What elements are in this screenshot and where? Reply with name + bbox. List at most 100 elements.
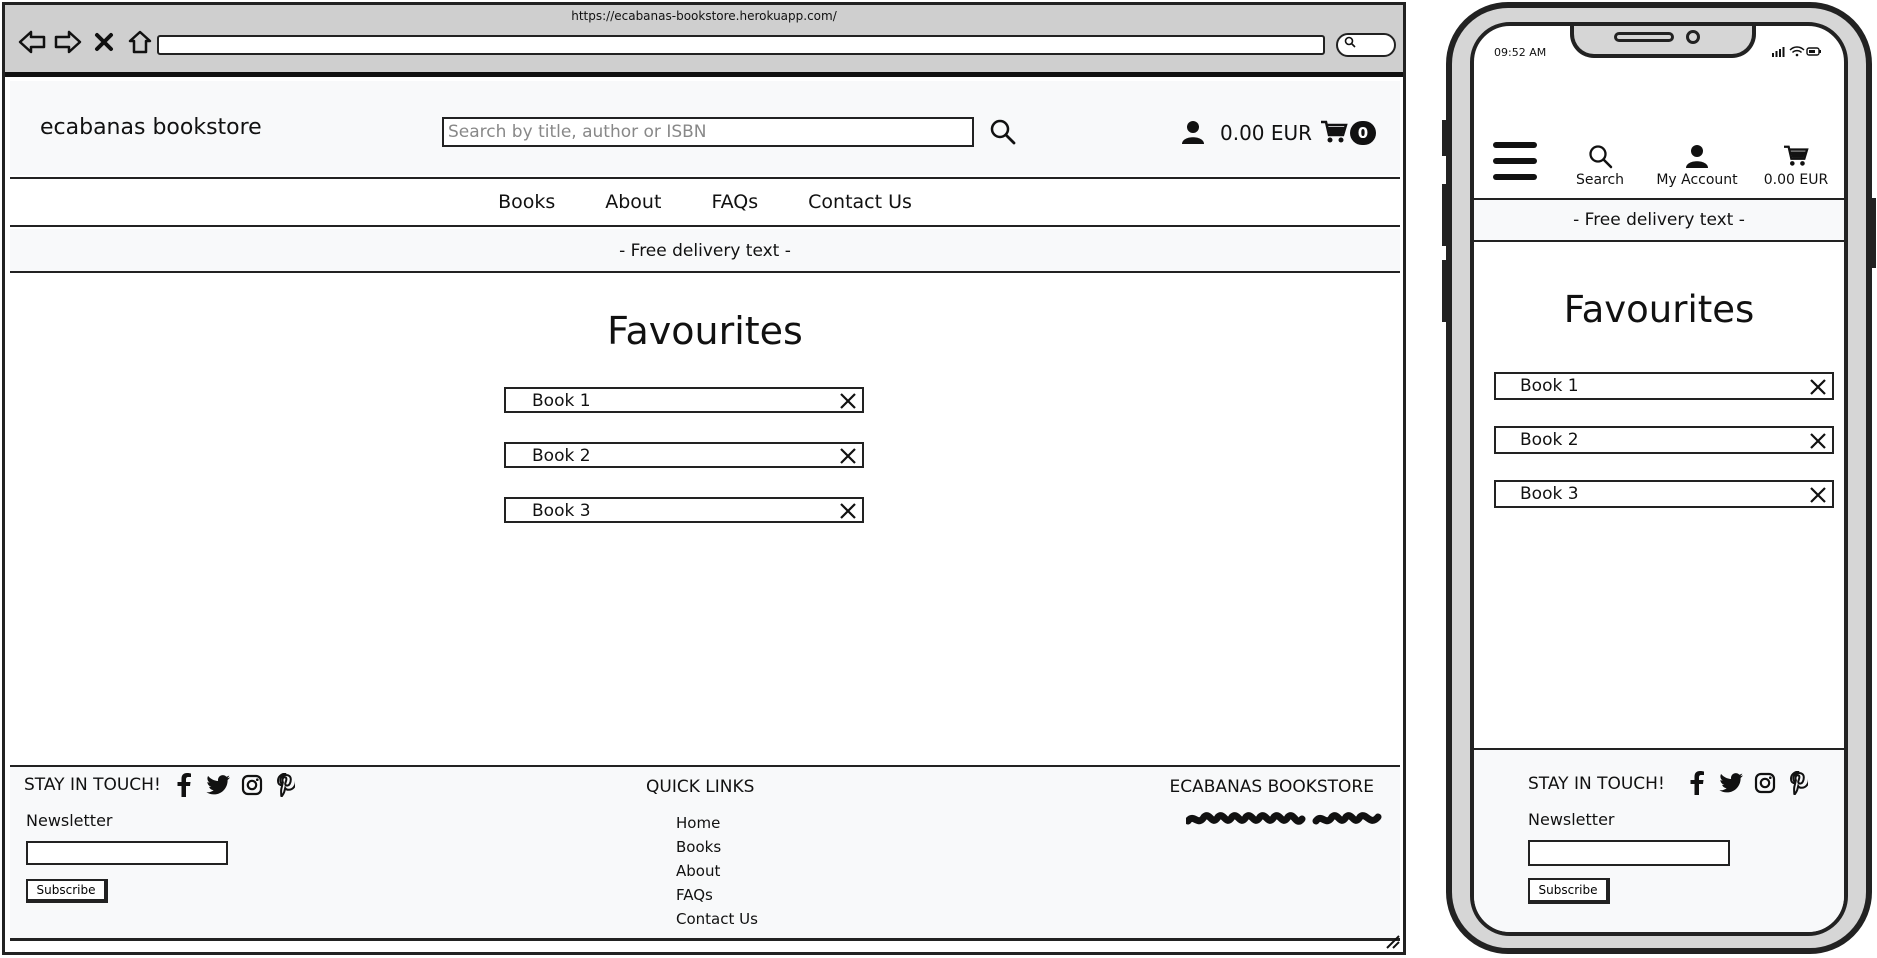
- mobile-delivery-banner: - Free delivery text -: [1474, 198, 1844, 242]
- device-side-button: [1442, 120, 1446, 156]
- favourites-list: Book 1 Book 2 Book 3: [504, 387, 864, 552]
- resize-handle-icon[interactable]: [1383, 932, 1401, 950]
- quick-link-faqs[interactable]: FAQs: [676, 883, 758, 907]
- site-header: ecabanas bookstore 0.00 EUR 0: [10, 81, 1400, 175]
- status-bar-icons: [1772, 46, 1821, 57]
- browser-chrome: https://ecabanas-bookstore.herokuapp.com…: [5, 5, 1403, 77]
- twitter-icon[interactable]: [206, 773, 230, 797]
- page-title: Favourites: [607, 309, 803, 353]
- device-side-button: [1872, 198, 1876, 268]
- favourite-item-label: Book 3: [1520, 484, 1579, 504]
- mobile-page-title: Favourites: [1563, 288, 1755, 331]
- favourite-item[interactable]: Book 1: [504, 387, 864, 413]
- camera-icon: [1686, 30, 1700, 44]
- close-icon[interactable]: [838, 501, 858, 521]
- mobile-account-button[interactable]: My Account: [1642, 140, 1752, 188]
- close-icon[interactable]: [838, 446, 858, 466]
- hamburger-menu-icon[interactable]: [1492, 140, 1538, 182]
- favourite-item[interactable]: Book 3: [1494, 480, 1834, 508]
- site-page: ecabanas bookstore 0.00 EUR 0 Books Abou…: [10, 81, 1400, 947]
- mobile-favourites-list: Book 1 Book 2 Book 3: [1494, 372, 1834, 534]
- cart-icon: [1784, 145, 1809, 166]
- mobile-screen: 09:52 AM Search My Account 0.00 EUR - Fr…: [1470, 22, 1848, 936]
- instagram-icon[interactable]: [1752, 770, 1778, 796]
- search-icon: [1589, 145, 1613, 169]
- mobile-header: Search My Account 0.00 EUR: [1474, 86, 1844, 194]
- back-icon[interactable]: [17, 27, 47, 57]
- stop-icon[interactable]: [89, 27, 119, 57]
- store-heading: ECABANAS BOOKSTORE: [1169, 777, 1374, 797]
- home-icon[interactable]: [125, 27, 155, 57]
- search-input[interactable]: [442, 117, 974, 147]
- nav-item-about[interactable]: About: [605, 191, 661, 213]
- favourite-item[interactable]: Book 2: [1494, 426, 1834, 454]
- browser-search-pill[interactable]: [1336, 33, 1396, 57]
- favourite-item-label: Book 2: [532, 446, 591, 466]
- favourite-item[interactable]: Book 2: [504, 442, 864, 468]
- cart-total[interactable]: 0.00 EUR: [1220, 121, 1312, 145]
- subscribe-button[interactable]: Subscribe: [26, 879, 108, 903]
- stay-in-touch-heading: STAY IN TOUCH!: [1528, 774, 1665, 794]
- forward-icon[interactable]: [53, 27, 83, 57]
- favourite-item[interactable]: Book 3: [504, 497, 864, 523]
- search-icon: [990, 119, 1016, 145]
- account-icon: [1686, 145, 1708, 168]
- newsletter-label: Newsletter: [26, 811, 113, 830]
- newsletter-email-input[interactable]: [26, 841, 228, 865]
- pinterest-icon[interactable]: [274, 773, 298, 797]
- favourite-item-label: Book 1: [1520, 376, 1579, 396]
- cart-count-badge: 0: [1350, 121, 1376, 145]
- facebook-icon[interactable]: [172, 773, 196, 797]
- newsletter-email-input[interactable]: [1528, 840, 1730, 866]
- favourite-item-label: Book 1: [532, 391, 591, 411]
- mobile-footer: STAY IN TOUCH! Newsletter Subscribe: [1474, 748, 1844, 932]
- facebook-icon[interactable]: [1684, 770, 1710, 796]
- quick-link-books[interactable]: Books: [676, 835, 758, 859]
- favourite-item-label: Book 2: [1520, 430, 1579, 450]
- address-bar[interactable]: [157, 35, 1325, 55]
- stay-in-touch-heading: STAY IN TOUCH!: [24, 775, 161, 795]
- close-icon[interactable]: [1808, 377, 1828, 397]
- social-links: [172, 773, 298, 797]
- mobile-device: 09:52 AM Search My Account 0.00 EUR - Fr…: [1442, 2, 1876, 954]
- nav-item-faqs[interactable]: FAQs: [711, 191, 758, 213]
- device-side-button: [1442, 260, 1446, 322]
- mobile-search-label: Search: [1575, 172, 1625, 188]
- quick-link-about[interactable]: About: [676, 859, 758, 883]
- placeholder-text-scribble: [1186, 812, 1382, 825]
- close-icon[interactable]: [1808, 431, 1828, 451]
- magnifier-icon: [1344, 36, 1356, 48]
- device-side-button: [1442, 184, 1446, 246]
- twitter-icon[interactable]: [1718, 770, 1744, 796]
- subscribe-button[interactable]: Subscribe: [1528, 878, 1610, 904]
- social-links: [1684, 770, 1812, 796]
- cart-icon[interactable]: [1320, 119, 1348, 145]
- mobile-search-button[interactable]: Search: [1568, 140, 1632, 188]
- nav-item-books[interactable]: Books: [498, 191, 555, 213]
- favourite-item[interactable]: Book 1: [1494, 372, 1834, 400]
- delivery-banner: - Free delivery text -: [10, 229, 1400, 273]
- mobile-cart-total: 0.00 EUR: [1763, 172, 1829, 188]
- device-notch: [1570, 26, 1756, 58]
- pinterest-icon[interactable]: [1786, 770, 1812, 796]
- browser-nav-icons: [17, 27, 155, 57]
- brand-logo[interactable]: ecabanas bookstore: [40, 115, 262, 140]
- close-icon[interactable]: [838, 391, 858, 411]
- newsletter-label: Newsletter: [1528, 810, 1615, 829]
- site-footer: STAY IN TOUCH! Newsletter Subscribe QUIC…: [10, 765, 1400, 941]
- search-button[interactable]: [988, 117, 1018, 147]
- nav-item-contact-us[interactable]: Contact Us: [808, 191, 912, 213]
- quick-link-contact-us[interactable]: Contact Us: [676, 907, 758, 931]
- speaker-icon: [1614, 32, 1674, 42]
- main-nav: Books About FAQs Contact Us: [10, 177, 1400, 227]
- mobile-cart-button[interactable]: 0.00 EUR: [1756, 140, 1836, 188]
- instagram-icon[interactable]: [240, 773, 264, 797]
- mobile-account-label: My Account: [1656, 172, 1738, 188]
- browser-window: https://ecabanas-bookstore.herokuapp.com…: [2, 2, 1406, 955]
- quick-links-heading: QUICK LINKS: [646, 777, 755, 797]
- close-icon[interactable]: [1808, 485, 1828, 505]
- favourite-item-label: Book 3: [532, 501, 591, 521]
- quick-link-home[interactable]: Home: [676, 811, 758, 835]
- account-icon[interactable]: [1180, 119, 1206, 145]
- status-time: 09:52 AM: [1494, 46, 1547, 59]
